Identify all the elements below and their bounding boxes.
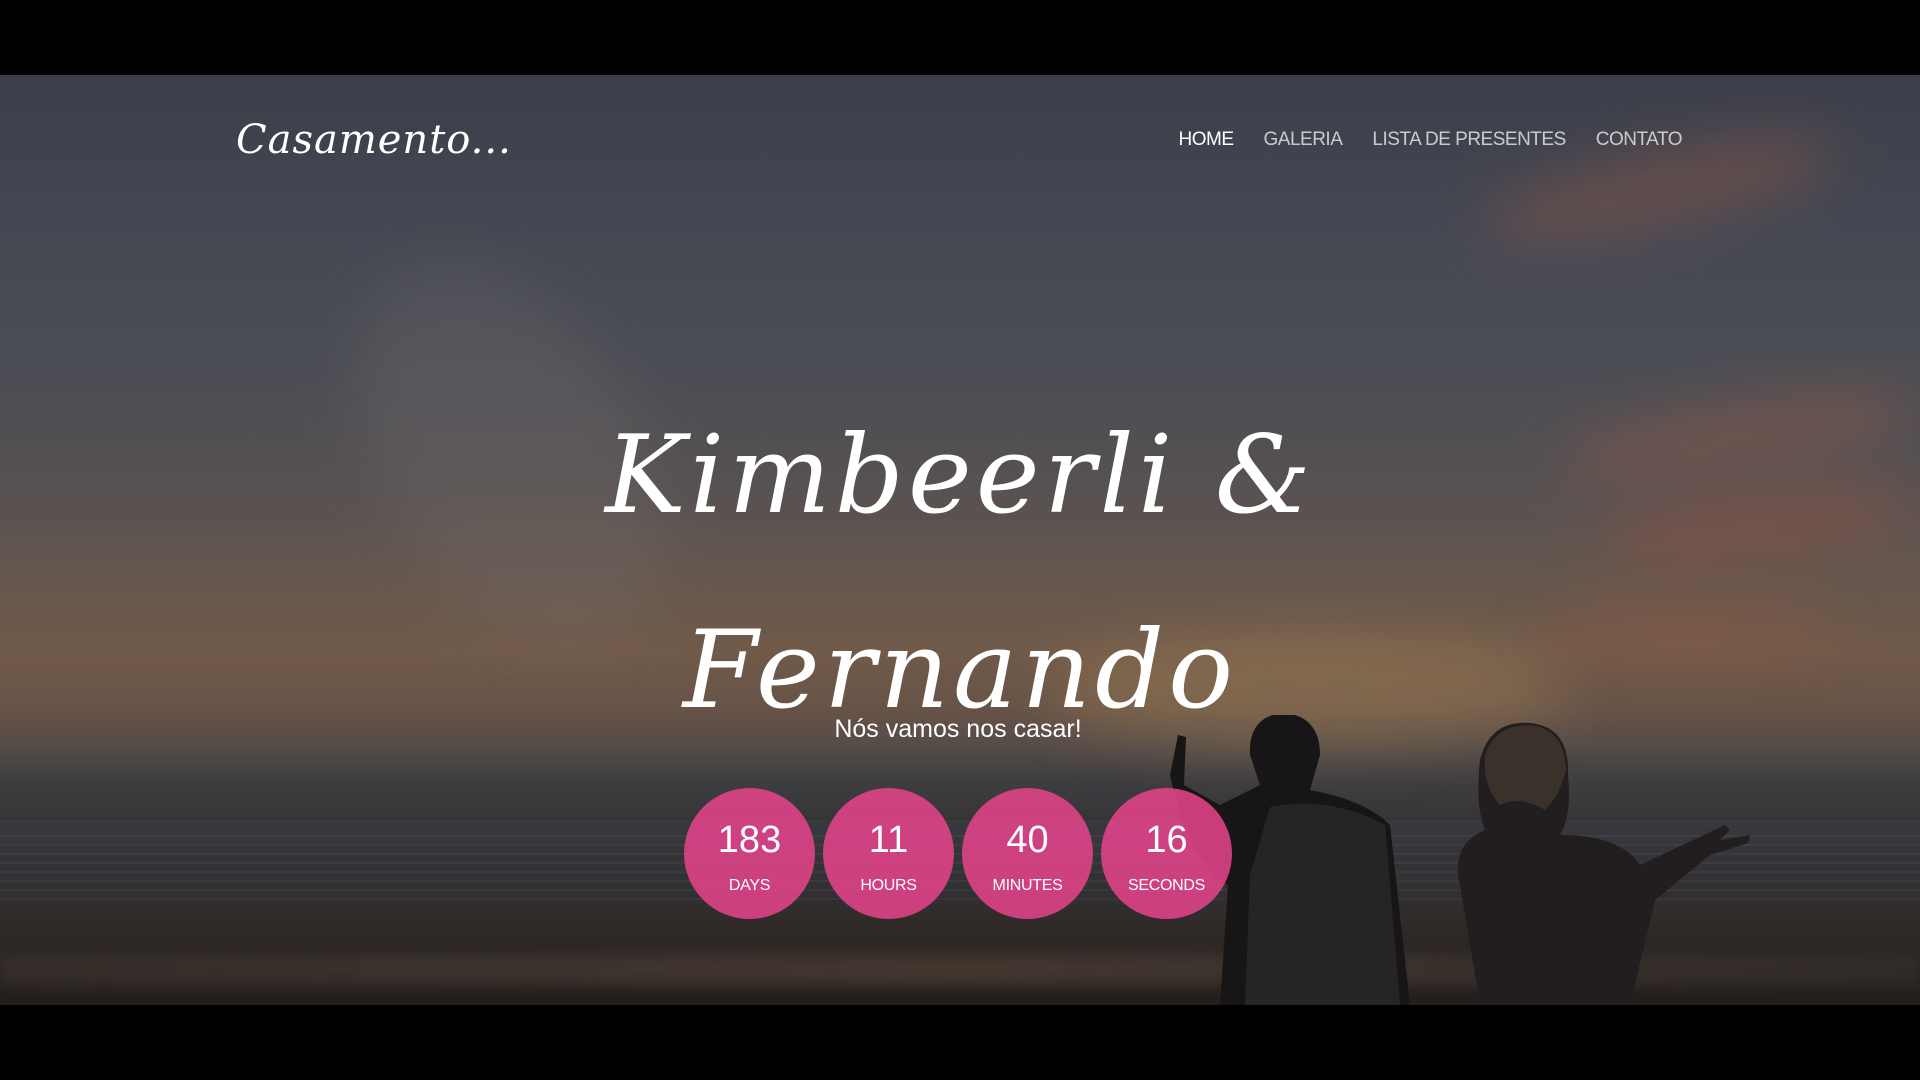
couple-title-line-2: Fernando bbox=[682, 608, 1238, 734]
countdown-minutes-label: MINUTES bbox=[992, 876, 1063, 894]
countdown-seconds-label: SECONDS bbox=[1127, 876, 1206, 894]
countdown-days-label: DAYS bbox=[728, 876, 771, 894]
nav-item-contato[interactable]: CONTATO bbox=[1596, 129, 1683, 151]
countdown-hours-value: 11 bbox=[868, 818, 909, 861]
countdown-seconds-value: 16 bbox=[1145, 818, 1188, 861]
letterbox-bottom bbox=[0, 1005, 1920, 1080]
letterbox-top bbox=[0, 0, 1920, 75]
nav-item-lista-de-presentes[interactable]: LISTA DE PRESENTES bbox=[1372, 129, 1566, 151]
countdown-seconds: 16 SECONDS bbox=[1101, 788, 1232, 919]
couple-title-line-1: Kimbeerli & bbox=[605, 413, 1315, 539]
nav-item-home[interactable]: HOME bbox=[1179, 129, 1235, 151]
countdown-hours: 11 HOURS bbox=[823, 788, 954, 919]
main-nav: HOME GALERIA LISTA DE PRESENTES CONTATO bbox=[1179, 129, 1683, 151]
hero-subtitle: Nós vamos nos casar! bbox=[834, 715, 1082, 743]
nav-item-galeria[interactable]: GALERIA bbox=[1264, 129, 1343, 151]
countdown-minutes: 40 MINUTES bbox=[962, 788, 1093, 919]
countdown-days: 183 DAYS bbox=[684, 788, 815, 919]
hero-section: Casamento... HOME GALERIA LISTA DE PRESE… bbox=[0, 75, 1920, 1005]
site-logo[interactable]: Casamento... bbox=[236, 117, 512, 163]
countdown-timer: 183 DAYS 11 HOURS 40 MINUTES 16 SECONDS bbox=[684, 788, 1232, 919]
countdown-hours-label: HOURS bbox=[860, 876, 917, 894]
countdown-days-value: 183 bbox=[717, 818, 782, 861]
countdown-minutes-value: 40 bbox=[1006, 818, 1049, 861]
